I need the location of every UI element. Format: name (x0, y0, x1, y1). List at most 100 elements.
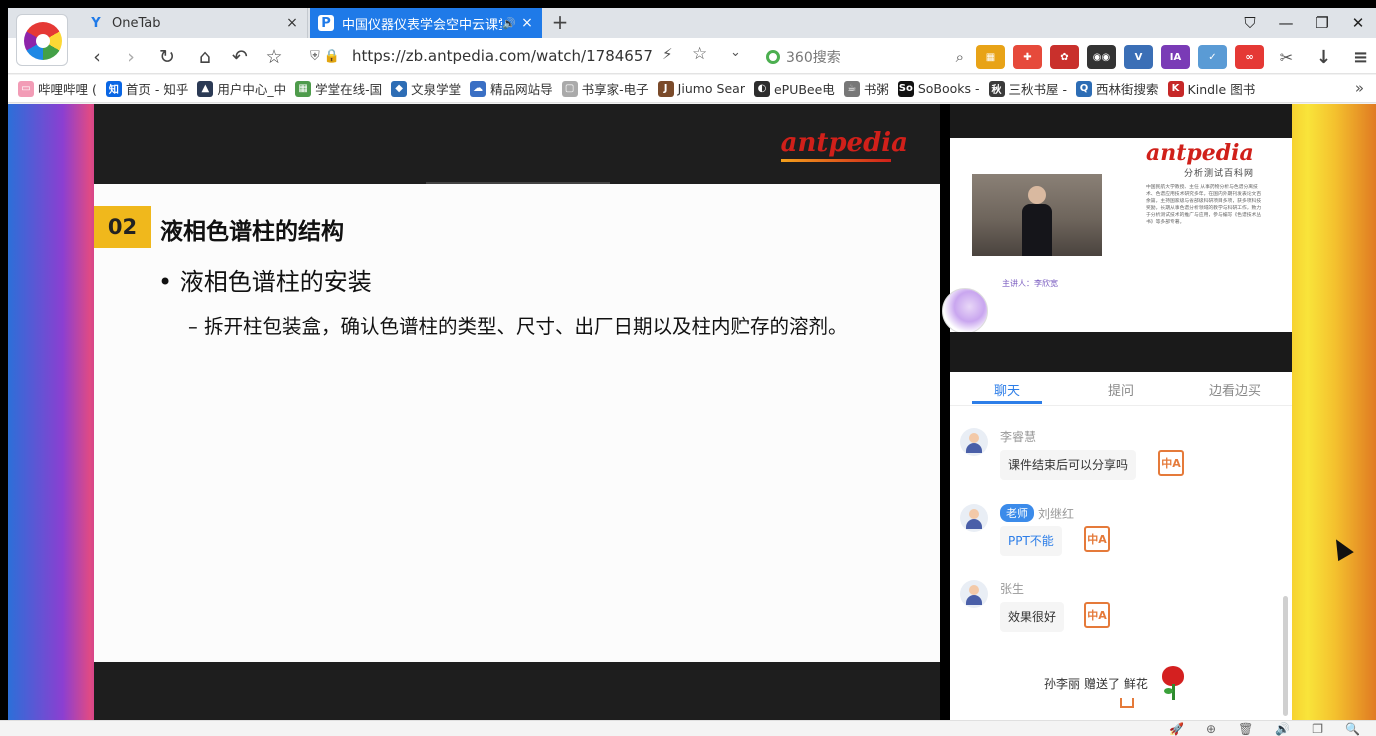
restore-button[interactable]: ❐ (1304, 8, 1340, 38)
bookmark-zhihu[interactable]: 知首页 - 知乎 (105, 79, 188, 98)
bookmark-kindle[interactable]: K Kindle 图书 (1167, 79, 1255, 98)
address-bar[interactable]: ⛨ 🔒 https://zb.antpedia.com/watch/178465… (310, 43, 752, 69)
speaker-caption: 主讲人：李欣宽 (1002, 279, 1058, 288)
ublock-icon[interactable]: ✿ (1050, 45, 1079, 69)
avatar (960, 428, 988, 456)
chat-list[interactable]: 李睿慧 课件结束后可以分享吗 中A 老师 刘继红 PPT不能 中A 张生 效果很好… (950, 406, 1292, 720)
chat-tabs: 聊天 提问 边看边买 (950, 372, 1292, 406)
page-icon: ▢ (561, 80, 578, 97)
status-bar: 🚀 ⊕ 🗑 🔊 ❐ 🔍 (0, 720, 1376, 736)
bookmark-sanqiu[interactable]: 秋三秋书屋 - (988, 79, 1067, 98)
slide-subpoint: – 拆开柱包装盒，确认色谱柱的类型、尺寸、出厂日期以及柱内贮存的溶剂。 (188, 315, 848, 338)
slide-player[interactable]: antpedia 02 液相色谱柱的结构 • 液相色谱柱的安装 – 拆开柱包装盒… (94, 104, 940, 720)
bookmark-jingpin[interactable]: ☁ 精品网站导 (470, 79, 553, 98)
lock-icon[interactable]: 🔒 (324, 49, 340, 64)
translate-icon[interactable]: 中A (1084, 602, 1110, 628)
chat-bubble[interactable]: PPT不能 (1000, 526, 1062, 556)
shield-icon[interactable]: ⛨ (310, 49, 320, 64)
sanqiu-icon: 秋 (988, 80, 1005, 97)
rocket-icon[interactable]: 🚀 (1169, 722, 1184, 736)
tab-antpedia[interactable]: P 中国仪器仪表学会空中云课堂 🔊 × (310, 8, 542, 38)
sobooks-icon: So (897, 80, 914, 97)
close-window-button[interactable]: ✕ (1340, 8, 1376, 38)
browser-logo[interactable] (16, 14, 68, 66)
camera-header-bar (950, 104, 1292, 138)
speaker-camera[interactable]: 主讲人：李欣宽 antpedia 分析测试百科网 中国民航大学教授、主任 从事药… (942, 138, 1292, 334)
shield-color-icon[interactable]: ✓ (1198, 45, 1227, 69)
cloud-icon: ☁ (470, 80, 487, 97)
bookmark-epubee[interactable]: ◐ ePUBee电 (753, 79, 835, 98)
search-input[interactable]: 360搜索 (786, 47, 956, 67)
bookmark-wenquan[interactable]: ◆ 文泉学堂 (391, 79, 461, 98)
vue-icon[interactable]: V (1124, 45, 1153, 69)
volume-icon[interactable]: 🔊 (1275, 722, 1290, 736)
more-bookmarks-icon[interactable]: » (1355, 79, 1364, 97)
home-button[interactable]: ⌂ (192, 44, 218, 70)
rose-icon (1160, 666, 1184, 700)
forward-button[interactable]: › (118, 44, 144, 70)
screen-top-edge (0, 0, 1376, 8)
skin-icon[interactable]: ⛉ (1232, 8, 1268, 38)
bookmark-button[interactable]: ☆ (261, 44, 287, 70)
drop-icon: ◆ (391, 80, 408, 97)
bookmark-bilibili[interactable]: ▭ 哔哩哔哩 ( (18, 79, 97, 98)
trash-icon[interactable]: 🗑 (1238, 722, 1253, 736)
translate-icon[interactable]: 中A (1158, 450, 1184, 476)
undo-close-tab-button[interactable]: ↶ (227, 44, 253, 70)
bookmark-xuetangx[interactable]: ▦ 学堂在线-国 (295, 79, 382, 98)
slide-header-bar: antpedia (94, 104, 940, 184)
section-number-badge: 02 (94, 206, 151, 248)
tab-close-icon[interactable]: × (285, 15, 299, 31)
browser-window: Y OneTab × P 中国仪器仪表学会空中云课堂 🔊 × + ⛉ — ❐ ✕… (8, 8, 1376, 720)
search-box[interactable]: 360搜索 ⌕ (766, 44, 964, 70)
tv-icon: ▭ (18, 80, 34, 97)
glasses-icon[interactable]: ◉◉ (1087, 45, 1116, 69)
window-controls: ⛉ — ❐ ✕ (1232, 8, 1376, 38)
tab-title: 中国仪器仪表学会空中云课堂 (342, 17, 502, 33)
accelerate-icon[interactable]: ⊕ (1206, 722, 1216, 736)
ia-new-icon[interactable]: IA (1161, 45, 1190, 69)
apps-icon[interactable]: ▦ (976, 45, 1005, 69)
tab-audio-icon[interactable]: 🔊 (502, 17, 516, 30)
bookmark-user-center[interactable]: ▲ 用户中心_中 (197, 79, 286, 98)
tab-shopping[interactable]: 边看边买 (1178, 372, 1292, 406)
tab-questions[interactable]: 提问 (1064, 372, 1178, 406)
reload-button[interactable]: ↻ (154, 44, 180, 70)
bookmark-jiumo[interactable]: J Jiumo Sear (657, 80, 745, 97)
translate-icon[interactable]: 中A (1084, 526, 1110, 552)
minimize-button[interactable]: — (1268, 8, 1304, 38)
star-icon[interactable]: ☆ (692, 44, 707, 64)
infinity-icon[interactable]: ∞ (1235, 45, 1264, 69)
tab-chat[interactable]: 聊天 (950, 372, 1064, 406)
url-text[interactable]: https://zb.antpedia.com/watch/1784657 (352, 47, 653, 65)
window-icon[interactable]: ❐ (1312, 722, 1323, 736)
kindle-icon: K (1167, 80, 1184, 97)
bookmark-shuzhou[interactable]: ☕ 书粥 (843, 79, 889, 98)
search-icon[interactable]: ⌕ (956, 48, 964, 66)
back-button[interactable]: ‹ (84, 44, 110, 70)
bookmark-xilinjie[interactable]: Q 西林街搜索 (1076, 79, 1159, 98)
bookmark-shuxiangjia[interactable]: ▢ 书享家-电子 (561, 79, 649, 98)
chevron-down-icon[interactable]: ⌄ (730, 45, 741, 60)
bookmark-sobooks[interactable]: So SoBooks - (897, 80, 980, 97)
antpedia-logo: antpedia (780, 128, 908, 162)
slide-bullet: • 液相色谱柱的安装 (158, 268, 372, 296)
tab-close-icon[interactable]: × (520, 15, 534, 31)
zoom-icon[interactable]: 🔍 (1345, 722, 1360, 736)
gift-notice: 孙李丽 赠送了 鲜花 (1044, 666, 1184, 700)
zhihu-icon: 知 (105, 80, 122, 97)
menu-icon[interactable]: ≡ (1346, 45, 1375, 69)
new-tab-button[interactable]: + (548, 10, 572, 36)
status-icons: 🚀 ⊕ 🗑 🔊 ❐ 🔍 (1169, 722, 1360, 736)
download-icon[interactable]: ↓ (1309, 45, 1338, 69)
chat-scrollbar[interactable] (1283, 596, 1288, 716)
tab-bar: Y OneTab × P 中国仪器仪表学会空中云课堂 🔊 × + ⛉ — ❐ ✕ (8, 8, 1376, 38)
bolt-icon[interactable]: ⚡ (662, 45, 673, 63)
tab-onetab[interactable]: Y OneTab × (80, 8, 308, 38)
speaker-photo (972, 174, 1102, 256)
speaker-bio: 中国民航大学教授、主任 从事药物分析与色谱分离技术、色谱应用技术研究多年，在国内… (1146, 185, 1262, 225)
gamepad-icon[interactable]: ✚ (1013, 45, 1042, 69)
avatar (960, 504, 988, 532)
scissors-icon[interactable]: ✂ (1272, 45, 1301, 69)
jiumo-icon: J (657, 80, 674, 97)
